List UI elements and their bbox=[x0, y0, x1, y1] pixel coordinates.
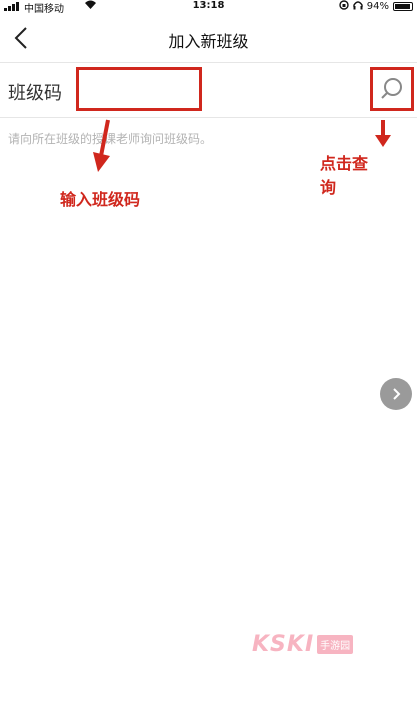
watermark-tag: 手游园 bbox=[317, 635, 354, 654]
nav-bar: 加入新班级 bbox=[0, 14, 417, 62]
page-title: 加入新班级 bbox=[168, 32, 249, 51]
chevron-right-icon bbox=[393, 388, 401, 400]
headphones-icon bbox=[353, 0, 363, 13]
battery-icon bbox=[393, 2, 413, 11]
annotation-search: 点击查询 bbox=[320, 154, 369, 197]
status-bar: 中国移动 13:18 94% bbox=[0, 0, 417, 15]
watermark-brand: KSKI bbox=[252, 632, 315, 657]
lock-rotation-icon bbox=[339, 0, 349, 13]
class-code-label: 班级码 bbox=[8, 83, 62, 104]
watermark-logo: KSKI 手游园 bbox=[252, 632, 354, 657]
arrow-to-search-icon bbox=[375, 120, 391, 147]
class-code-input[interactable] bbox=[76, 67, 202, 111]
annotation-input: 输入班级码 bbox=[60, 190, 141, 209]
next-button[interactable] bbox=[380, 378, 412, 410]
class-code-row: 班级码 bbox=[0, 62, 417, 118]
status-right: 94% bbox=[339, 0, 413, 13]
search-icon bbox=[381, 78, 402, 99]
search-button[interactable] bbox=[370, 67, 414, 111]
arrow-to-input-icon bbox=[93, 119, 110, 172]
battery-percent: 94% bbox=[366, 1, 389, 12]
